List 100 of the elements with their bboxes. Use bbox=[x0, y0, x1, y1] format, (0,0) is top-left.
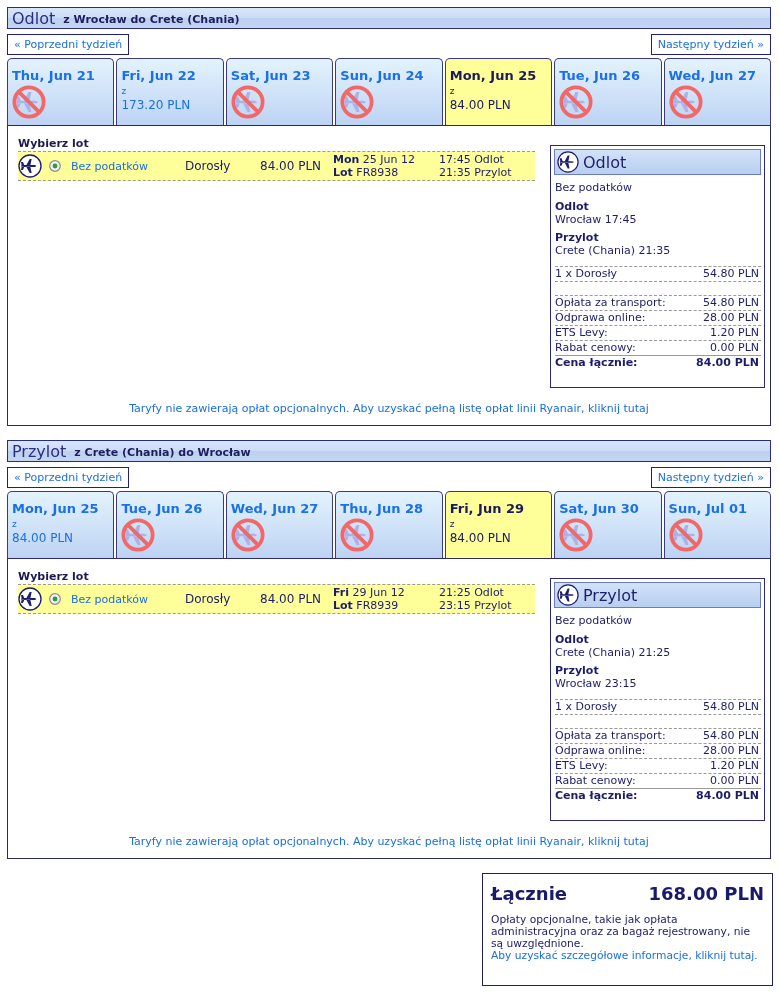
date-tab[interactable]: Sat, Jun 23 bbox=[225, 58, 334, 125]
plane-icon bbox=[557, 151, 579, 173]
date-tab[interactable]: Tue, Jun 26 bbox=[116, 491, 224, 558]
total-amount: 168.00 PLN bbox=[648, 883, 764, 904]
flight-number: Lot FR8938 bbox=[333, 166, 400, 179]
no-plane-icon bbox=[12, 85, 46, 119]
date-tab[interactable]: Fri, Jun 22 z 173.20 PLN bbox=[116, 58, 224, 125]
charge-label: Opłata za transport: bbox=[555, 296, 666, 310]
summary-title: Przylot bbox=[583, 585, 638, 605]
fare-type: Bez podatków bbox=[555, 181, 634, 194]
date-tab[interactable]: Wed, Jun 27 bbox=[225, 491, 334, 558]
arrival-info: Wrocław 23:15 bbox=[555, 677, 638, 690]
no-plane-icon bbox=[559, 85, 594, 119]
from-label: z bbox=[12, 519, 17, 529]
total-label: Cena łącznie: bbox=[555, 789, 638, 803]
date-tab[interactable]: Thu, Jun 21 bbox=[7, 58, 115, 125]
date-tab[interactable]: Sun, Jun 24 bbox=[335, 58, 443, 125]
charge-label: Odprawa online: bbox=[555, 744, 646, 758]
departure-info: Crete (Chania) 21:25 bbox=[555, 646, 672, 659]
price-amount: 54.80 PLN bbox=[703, 700, 759, 714]
passenger-count: 1 x Dorosły bbox=[555, 700, 618, 714]
price-amount: 28.00 PLN bbox=[703, 311, 759, 325]
price-amount: 54.80 PLN bbox=[703, 267, 759, 281]
no-plane-icon bbox=[668, 518, 703, 552]
arrival-label: Przylot bbox=[555, 664, 600, 677]
no-plane-icon bbox=[668, 85, 703, 119]
charge-label: Rabat cenowy: bbox=[555, 341, 636, 355]
no-plane-icon bbox=[230, 518, 265, 552]
previous-week-button[interactable]: « Poprzedni tydzień bbox=[7, 467, 130, 488]
plane-icon bbox=[18, 154, 42, 178]
section-title: Przylot bbox=[12, 441, 67, 461]
next-week-button[interactable]: Następny tydzień » bbox=[650, 467, 771, 488]
charge-label: ETS Levy: bbox=[555, 759, 608, 773]
date-tab[interactable]: Sun, Jul 01 bbox=[663, 491, 771, 558]
date-tab[interactable]: Wed, Jun 27 bbox=[663, 58, 771, 125]
radio-button[interactable] bbox=[49, 160, 61, 172]
departure-time: 21:25 Odlot bbox=[439, 586, 505, 599]
departure-info: Wrocław 17:45 bbox=[555, 213, 638, 226]
date-tab[interactable]: Sat, Jun 30 bbox=[554, 491, 662, 558]
charge-label: Opłata za transport: bbox=[555, 729, 666, 743]
no-plane-icon bbox=[230, 85, 265, 119]
departure-label: Odlot bbox=[555, 633, 590, 646]
arrival-info: Crete (Chania) 21:35 bbox=[555, 244, 672, 257]
date-tab[interactable]: Tue, Jun 26 bbox=[554, 58, 662, 125]
flight-date: Mon 25 Jun 12 bbox=[333, 153, 416, 166]
arrival-time: 21:35 Przylot bbox=[439, 166, 513, 179]
fare-price: 84.00 PLN bbox=[449, 531, 511, 545]
passenger-type: Dorosły bbox=[185, 159, 232, 173]
radio-button[interactable] bbox=[49, 593, 61, 605]
date-tab[interactable]: Thu, Jun 28 bbox=[335, 491, 443, 558]
route-text: z Crete (Chania) do Wrocław bbox=[74, 444, 251, 459]
from-label: z bbox=[449, 86, 455, 96]
choose-flight-heading: Wybierz lot bbox=[18, 137, 90, 150]
departure-time: 17:45 Odlot bbox=[439, 153, 505, 166]
section-title: Odlot bbox=[12, 8, 56, 28]
fees-info-link[interactable]: Taryfy nie zawierają opłat opcjonalnych. Aby uzyskać pełną listę opłat linii Ryanair, kliknij tutaj bbox=[129, 835, 649, 858]
from-label: z bbox=[121, 86, 127, 96]
plane-icon bbox=[18, 587, 42, 611]
from-label: z bbox=[449, 519, 455, 529]
total-label: Łącznie bbox=[491, 883, 568, 904]
fare-price: 84.00 PLN bbox=[12, 531, 74, 545]
fare-price: 84.00 PLN bbox=[449, 98, 511, 112]
arrival-time: 23:15 Przylot bbox=[439, 599, 513, 612]
route-text: z Wrocław do Crete (Chania) bbox=[63, 11, 240, 26]
date-tab[interactable]: Mon, Jun 25 z 84.00 PLN bbox=[7, 491, 115, 558]
previous-week-button[interactable]: « Poprzedni tydzień bbox=[7, 34, 130, 55]
charge-label: Rabat cenowy: bbox=[555, 774, 636, 788]
choose-flight-heading: Wybierz lot bbox=[18, 570, 90, 583]
price-amount: 28.00 PLN bbox=[703, 744, 759, 758]
summary-title: Odlot bbox=[583, 152, 627, 172]
fees-note: Opłaty opcjonalne, takie jak opłata administracyjna oraz za bagaż rejestrowany, nie są uwzględnione. bbox=[491, 914, 751, 950]
price-amount: 1.20 PLN bbox=[710, 759, 759, 773]
date-tab[interactable]: Mon, Jun 25 z 84.00 PLN bbox=[444, 58, 553, 125]
price-amount: 0.00 PLN bbox=[710, 774, 759, 788]
flight-date: Fri 29 Jun 12 bbox=[333, 586, 406, 599]
fare-price: 173.20 PLN bbox=[121, 98, 191, 112]
no-plane-icon bbox=[340, 518, 375, 552]
no-plane-icon bbox=[340, 85, 375, 119]
no-plane-icon bbox=[121, 518, 156, 552]
flight-price: 84.00 PLN bbox=[260, 592, 323, 606]
date-tab[interactable]: Fri, Jun 29 z 84.00 PLN bbox=[444, 491, 553, 558]
total-label: Cena łącznie: bbox=[555, 356, 638, 370]
flight-number: Lot FR8939 bbox=[333, 599, 400, 612]
no-plane-icon bbox=[559, 518, 594, 552]
passenger-count: 1 x Dorosły bbox=[555, 267, 618, 281]
price-amount: 0.00 PLN bbox=[710, 341, 759, 355]
departure-label: Odlot bbox=[555, 200, 590, 213]
passenger-type: Dorosły bbox=[185, 592, 232, 606]
charge-label: ETS Levy: bbox=[555, 326, 608, 340]
arrival-label: Przylot bbox=[555, 231, 600, 244]
plane-icon bbox=[557, 584, 579, 606]
fare-type-link[interactable]: Bez podatków bbox=[71, 592, 185, 606]
fare-type-link[interactable]: Bez podatków bbox=[71, 159, 185, 173]
next-week-button[interactable]: Następny tydzień » bbox=[650, 34, 771, 55]
details-link[interactable]: Aby uzyskać szczegółowe informacje, kliknij tutaj. bbox=[491, 950, 764, 962]
fare-type: Bez podatków bbox=[555, 614, 634, 627]
price-amount: 54.80 PLN bbox=[703, 729, 759, 743]
price-amount: 1.20 PLN bbox=[710, 326, 759, 340]
price-amount: 54.80 PLN bbox=[703, 296, 759, 310]
fees-info-link[interactable]: Taryfy nie zawierają opłat opcjonalnych. Aby uzyskać pełną listę opłat linii Ryanair, kliknij tutaj bbox=[129, 402, 649, 425]
